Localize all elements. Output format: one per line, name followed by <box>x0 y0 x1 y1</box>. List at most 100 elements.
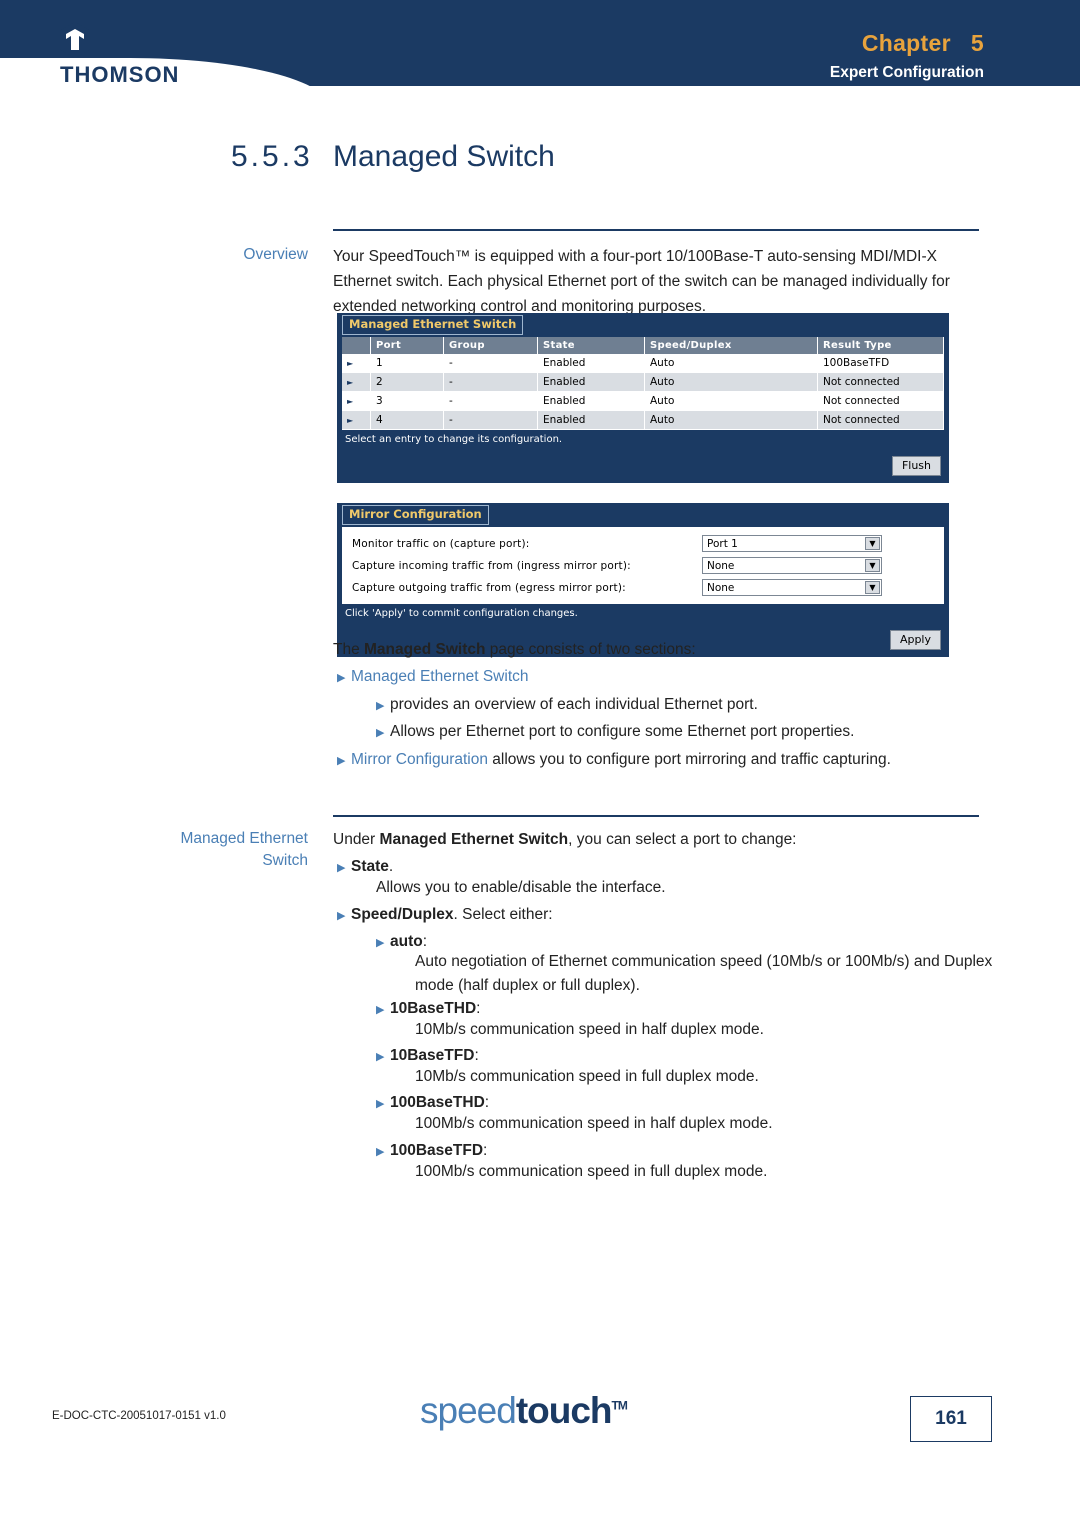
switch-table-header-row: Port Group State Speed/Duplex Result Typ… <box>342 337 944 354</box>
row-select-arrow[interactable]: ► <box>342 372 371 392</box>
cell-speed: Auto <box>644 354 818 373</box>
select-ingress-port[interactable]: None ▼ <box>702 557 882 574</box>
table-row[interactable]: ► 1 - Enabled Auto 100BaseTFD <box>342 354 944 373</box>
mirror-field-ingress-port: Capture incoming traffic from (ingress m… <box>352 557 936 574</box>
switch-table: Port Group State Speed/Duplex Result Typ… <box>342 337 944 430</box>
option-10basethd-desc: 10Mb/s communication speed in half duple… <box>415 1021 764 1038</box>
bullet-arrow-icon: ▶ <box>376 937 385 949</box>
bullet-arrow-icon: ▶ <box>337 910 346 922</box>
sections-item-1-sub-2-text: Allows per Ethernet port to configure so… <box>390 723 855 740</box>
switch-button-bar: Flush <box>337 450 949 483</box>
sections-item-1-sub-1: ▶ provides an overview of each individual… <box>376 693 758 718</box>
bullet-arrow-icon: ▶ <box>376 1004 385 1016</box>
managed-state-dot: . <box>388 858 394 875</box>
managed-intro: Under Managed Ethernet Switch, you can s… <box>333 828 797 852</box>
mirror-configuration-panel: Mirror Configuration Monitor traffic on … <box>337 503 949 657</box>
cell-state: Enabled <box>537 372 645 392</box>
column-state: State <box>537 337 645 354</box>
cell-result: 100BaseTFD <box>817 354 944 373</box>
column-port: Port <box>370 337 444 354</box>
switch-panel-tab[interactable]: Managed Ethernet Switch <box>342 315 524 335</box>
cell-group: - <box>443 372 538 392</box>
managed-speed-rest: . Select either: <box>453 906 553 923</box>
thomson-logo: THOMSON <box>52 20 282 87</box>
section-number: 5.5.3 <box>231 140 313 173</box>
option-100basetfd-name: 100BaseTFD <box>390 1142 484 1159</box>
bullet-arrow-icon: ▶ <box>376 700 385 712</box>
select-egress-port[interactable]: None ▼ <box>702 579 882 596</box>
cell-port: 1 <box>370 354 444 373</box>
row-select-arrow[interactable]: ► <box>342 354 371 373</box>
page-title: Managed Switch <box>333 140 555 173</box>
select-capture-port-value: Port 1 <box>707 537 738 550</box>
cell-port: 4 <box>370 410 444 430</box>
chevron-down-icon[interactable]: ▼ <box>865 559 880 572</box>
option-100basetfd-colon: : <box>483 1142 488 1159</box>
row-select-arrow[interactable]: ► <box>342 410 371 430</box>
switch-status-bar: Select an entry to change its configurat… <box>337 430 949 450</box>
table-row[interactable]: ► 4 - Enabled Auto Not connected <box>342 410 944 430</box>
cell-state: Enabled <box>537 354 645 373</box>
page-number: 161 <box>910 1396 992 1442</box>
chapter-number: 5 <box>970 30 984 56</box>
page-header: THOMSON Chapter 5 Expert Configuration <box>0 0 1080 118</box>
managed-intro-bold: Managed Ethernet Switch <box>379 831 569 848</box>
mirror-panel-tab[interactable]: Mirror Configuration <box>342 505 489 525</box>
cell-state: Enabled <box>537 391 645 411</box>
bullet-arrow-icon: ▶ <box>376 727 385 739</box>
managed-side-label-line2: Switch <box>262 852 308 869</box>
label-egress-port: Capture outgoing traffic from (egress mi… <box>352 581 626 594</box>
chevron-down-icon[interactable]: ▼ <box>865 537 880 550</box>
select-capture-port[interactable]: Port 1 ▼ <box>702 535 882 552</box>
divider-overview <box>333 229 979 231</box>
cell-port: 2 <box>370 372 444 392</box>
sections-lead: The Managed Switch page consists of two … <box>333 638 696 662</box>
chapter-title: Chapter 5 <box>862 30 984 57</box>
speedtouch-logo-tm: TM <box>611 1398 628 1413</box>
thomson-wordmark: THOMSON <box>60 62 180 87</box>
overview-paragraph: Your SpeedTouch™ is equipped with a four… <box>333 248 950 315</box>
row-select-arrow[interactable]: ► <box>342 391 371 411</box>
chevron-down-icon[interactable]: ▼ <box>865 581 880 594</box>
column-group: Group <box>443 337 538 354</box>
column-speed-duplex: Speed/Duplex <box>644 337 818 354</box>
mirror-status-bar: Click 'Apply' to commit configuration ch… <box>337 604 949 624</box>
bullet-arrow-icon: ▶ <box>337 755 346 767</box>
divider-managed <box>333 815 979 817</box>
column-select <box>342 337 371 354</box>
cell-speed: Auto <box>644 391 818 411</box>
option-100basethd-colon: : <box>484 1094 490 1111</box>
cell-port: 3 <box>370 391 444 411</box>
chapter-subtitle: Expert Configuration <box>829 64 984 81</box>
chapter-label: Chapter <box>861 30 951 56</box>
option-100basethd-desc: 100Mb/s communication speed in half dupl… <box>415 1115 773 1132</box>
cell-group: - <box>443 354 538 373</box>
managed-speed-item: ▶ Speed/Duplex. Select either: <box>337 903 553 928</box>
sections-lead-post: page consists of two sections: <box>485 641 696 658</box>
option-10basetfd-colon: : <box>474 1047 479 1064</box>
sections-item-1: ▶ Managed Ethernet Switch <box>337 665 529 690</box>
panel-gap <box>337 483 949 503</box>
mirror-form: Monitor traffic on (capture port): Port … <box>342 527 944 604</box>
option-10basethd-name: 10BaseTHD <box>390 1000 477 1017</box>
managed-intro-post: , you can select a port to change: <box>568 831 797 848</box>
flush-button[interactable]: Flush <box>891 456 941 476</box>
apply-button[interactable]: Apply <box>889 630 941 650</box>
managed-side-label: Managed Ethernet Switch <box>108 828 308 872</box>
option-auto-name: auto <box>390 933 423 950</box>
sections-item-2: ▶ Mirror Configuration allows you to conf… <box>337 748 957 773</box>
cell-result: Not connected <box>817 391 944 411</box>
option-auto-desc: Auto negotiation of Ethernet communicati… <box>415 953 993 994</box>
managed-ethernet-switch-panel: Managed Ethernet Switch Port Group State… <box>337 313 949 483</box>
option-10basetfd-name: 10BaseTFD <box>390 1047 475 1064</box>
table-row[interactable]: ► 3 - Enabled Auto Not connected <box>342 391 944 411</box>
option-100basetfd-desc: 100Mb/s communication speed in full dupl… <box>415 1163 768 1180</box>
cell-speed: Auto <box>644 410 818 430</box>
speedtouch-logo-light: speed <box>420 1390 517 1431</box>
table-row[interactable]: ► 2 - Enabled Auto Not connected <box>342 372 944 392</box>
sections-item-1-sub-2: ▶ Allows per Ethernet port to configure s… <box>376 720 854 745</box>
cell-result: Not connected <box>817 410 944 430</box>
label-capture-port: Monitor traffic on (capture port): <box>352 537 530 550</box>
sections-item-2-title: Mirror Configuration <box>351 751 488 768</box>
sections-item-1-title: Managed Ethernet Switch <box>351 668 529 685</box>
